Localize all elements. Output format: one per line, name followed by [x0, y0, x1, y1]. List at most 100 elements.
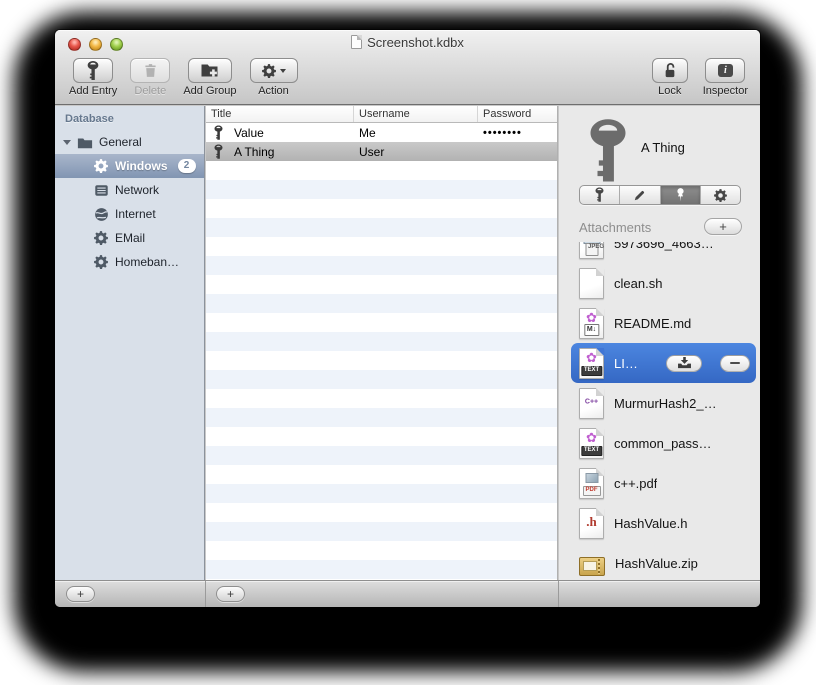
attachment-row[interactable]: PDF c++.pdf	[571, 463, 756, 503]
info-icon: i	[717, 64, 733, 77]
attachments-header: Attachments	[579, 220, 652, 235]
tab-general[interactable]	[580, 186, 621, 204]
header-file-icon: .h	[579, 507, 604, 539]
sidebar: Database General Windows 2 Network Inter…	[55, 106, 205, 580]
flower-icon: ✿	[586, 349, 597, 365]
disclosure-triangle-icon[interactable]	[63, 139, 71, 145]
save-attachment-button[interactable]	[666, 354, 702, 372]
tab-attachments[interactable]	[660, 186, 701, 204]
add-group-plus-button[interactable]: +	[66, 586, 95, 602]
gear-icon	[93, 255, 109, 269]
sidebar-item-internet[interactable]: Internet	[55, 202, 204, 226]
attachment-row-selected[interactable]: ✿ TEXT LI…	[571, 343, 756, 383]
remove-attachment-button[interactable]	[720, 354, 750, 372]
column-header-password[interactable]: Password	[478, 106, 557, 122]
empty-rows-stripes	[206, 161, 557, 580]
sidebar-item-label: Windows	[115, 159, 168, 173]
sidebar-header: Database	[65, 113, 114, 125]
attachment-row[interactable]: JPEG 5973696_4663…	[571, 242, 756, 263]
entry-username: Me	[359, 125, 376, 140]
sidebar-item-email[interactable]: EMail	[55, 226, 204, 250]
table-row[interactable]: A Thing User	[206, 142, 557, 161]
add-group-label: Add Group	[183, 85, 237, 97]
lock-button[interactable]: Lock	[651, 58, 688, 97]
attachment-row[interactable]: HashValue.zip	[571, 543, 756, 580]
entry-table: Title Username Password Value Me •••••••…	[206, 106, 558, 580]
add-attachment-button[interactable]: +	[704, 218, 742, 235]
attachment-name: clean.sh	[614, 275, 663, 291]
inspector-button[interactable]: i Inspector	[703, 58, 748, 97]
attachment-row[interactable]: ✿ TEXT common_pass…	[571, 423, 756, 463]
zip-file-icon	[579, 556, 605, 576]
tab-settings[interactable]	[701, 186, 740, 204]
tab-edit[interactable]	[620, 186, 661, 204]
key-icon	[214, 125, 224, 141]
attachment-name: common_pass…	[614, 435, 712, 451]
attachment-row[interactable]: clean.sh	[571, 263, 756, 303]
column-header-username[interactable]: Username	[354, 106, 478, 122]
content-area: Database General Windows 2 Network Inter…	[55, 106, 760, 580]
sidebar-item-label: Network	[115, 183, 160, 197]
inspector-tabs	[579, 185, 741, 205]
attachment-name: HashValue.h	[614, 515, 688, 531]
sidebar-item-general[interactable]: General	[55, 130, 204, 154]
trash-icon	[144, 63, 157, 78]
add-group-button[interactable]: Add Group	[183, 58, 237, 97]
toolbar-left: Add Entry Delete Add Group Action	[69, 58, 298, 97]
table-row[interactable]: Value Me ••••••••	[206, 123, 557, 142]
gear-icon	[262, 64, 276, 78]
pdf-thumbnail	[585, 472, 598, 483]
attachment-name: HashValue.zip	[615, 555, 698, 571]
text-file-icon: ✿ TEXT	[579, 347, 604, 379]
gear-icon	[93, 159, 109, 173]
attachment-row[interactable]: ✿ M↓ README.md	[571, 303, 756, 343]
add-entry-button[interactable]: Add Entry	[69, 58, 117, 97]
table-header: Title Username Password	[206, 106, 557, 123]
bottom-bar-divider	[558, 581, 559, 607]
add-entry-plus-button[interactable]: +	[216, 586, 245, 602]
entry-key-icon	[585, 117, 631, 187]
app-window: Screenshot.kdbx Add Entry Delete Add Gro…	[55, 30, 760, 607]
sidebar-item-network[interactable]: Network	[55, 178, 204, 202]
minus-icon	[730, 362, 740, 364]
sidebar-item-windows[interactable]: Windows 2	[55, 154, 204, 178]
attachment-name: 5973696_4663…	[614, 242, 714, 251]
lock-open-icon	[663, 62, 677, 79]
attachment-name: MurmurHash2_…	[614, 395, 717, 411]
bottom-bar: + +	[55, 580, 760, 607]
flower-icon: ✿	[586, 309, 597, 325]
attachment-row[interactable]: C++ MurmurHash2_…	[571, 383, 756, 423]
key-icon	[87, 60, 99, 82]
sidebar-item-label: Homeban…	[115, 255, 180, 269]
sidebar-item-label: General	[99, 135, 142, 149]
attachment-name: c++.pdf	[614, 475, 658, 491]
gear-icon	[93, 231, 109, 245]
column-header-title[interactable]: Title	[206, 106, 354, 122]
globe-icon	[93, 207, 109, 222]
entry-title: A Thing	[234, 144, 275, 159]
markdown-file-icon: ✿ M↓	[579, 307, 604, 339]
delete-button[interactable]: Delete	[130, 58, 171, 97]
gear-icon	[714, 189, 727, 202]
plain-file-icon	[579, 267, 604, 299]
inspector-panel: A Thing Attachments + JPEG 5973696_4663…	[559, 106, 760, 580]
window-title-area: Screenshot.kdbx	[55, 30, 760, 54]
action-button[interactable]: Action	[249, 58, 298, 97]
chevron-down-icon	[279, 68, 286, 73]
entry-username: User	[359, 144, 385, 159]
attachment-name: LI…	[614, 355, 638, 371]
jpeg-file-icon: JPEG	[579, 242, 604, 259]
add-entry-label: Add Entry	[69, 85, 118, 97]
sidebar-item-label: EMail	[115, 231, 146, 245]
cpp-file-icon: C++	[579, 387, 604, 419]
sidebar-item-homebanking[interactable]: Homeban…	[55, 250, 204, 274]
attachment-row[interactable]: .h HashValue.h	[571, 503, 756, 543]
bottom-bar-divider	[205, 581, 206, 607]
folder-icon	[77, 136, 93, 149]
inspector-label: Inspector	[702, 85, 748, 97]
sidebar-item-label: Internet	[115, 207, 156, 221]
pushpin-icon	[675, 187, 686, 203]
inspector-entry-title: A Thing	[641, 140, 685, 155]
toolbar-right: Lock i Inspector	[651, 58, 748, 97]
screenshot-stage: Screenshot.kdbx Add Entry Delete Add Gro…	[0, 0, 816, 685]
